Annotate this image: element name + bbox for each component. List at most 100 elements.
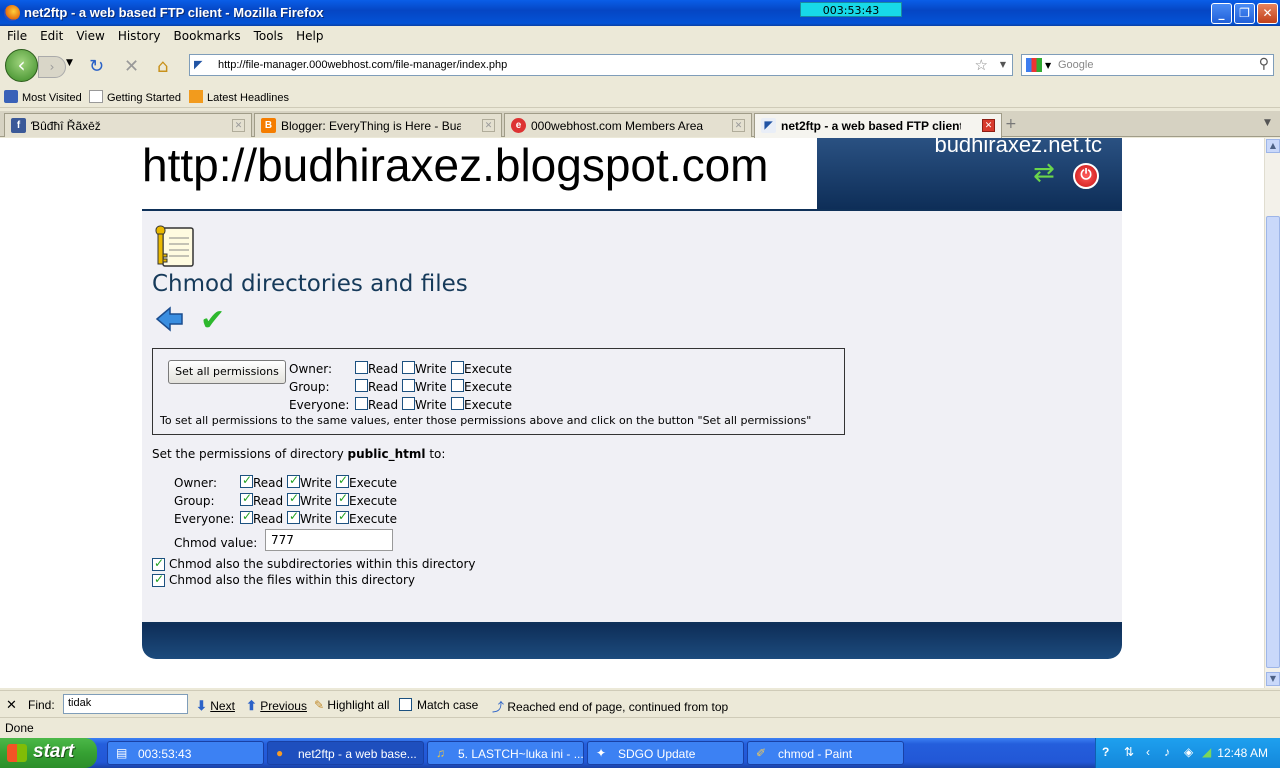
minimize-button[interactable]: _ [1211, 3, 1232, 24]
dir-group-execute-checkbox[interactable] [336, 491, 349, 506]
tray-expand-icon[interactable]: ‹ [1146, 745, 1150, 759]
menu-view[interactable]: View [69, 26, 110, 43]
setall-owner-read-checkbox[interactable] [355, 361, 368, 374]
setall-group-write-checkbox[interactable] [402, 379, 415, 392]
chmod-value-label: Chmod value: [174, 536, 258, 550]
find-next-button[interactable]: ⬇ Next [196, 698, 235, 714]
url-dropdown-icon[interactable]: ▼ [1000, 60, 1006, 69]
maximize-button[interactable]: ❐ [1234, 3, 1255, 24]
setall-everyone-read-checkbox[interactable] [355, 397, 368, 410]
nvidia-icon[interactable]: ◢ [1202, 745, 1211, 759]
dir-everyone-read-checkbox[interactable] [240, 509, 253, 524]
menu-tools[interactable]: Tools [247, 26, 290, 43]
google-icon[interactable] [1026, 58, 1042, 72]
setall-group-execute-checkbox[interactable] [451, 379, 464, 392]
window-title: net2ftp - a web based FTP client - Mozil… [24, 5, 324, 20]
url-text[interactable]: http://file-manager.000webhost.com/file-… [218, 59, 507, 71]
site-identity-icon[interactable]: ◤ [194, 58, 210, 72]
network-icon[interactable]: ⇅ [1124, 745, 1134, 759]
tab-000webhost[interactable]: e 000webhost.com Members Area ✕ [504, 113, 752, 137]
tab-close-icon[interactable]: ✕ [482, 119, 495, 132]
taskbar-item-firefox[interactable]: ● net2ftp - a web base... [267, 741, 424, 765]
dir-group-write-checkbox[interactable] [287, 491, 300, 506]
find-previous-button[interactable]: ⬆ Previous [246, 698, 307, 714]
vertical-scrollbar[interactable]: ▲ ▼ [1264, 138, 1280, 688]
close-find-icon[interactable]: ✕ [6, 697, 17, 713]
setall-owner-execute-checkbox[interactable] [451, 361, 464, 374]
set-all-permissions-button[interactable]: Set all permissions [168, 360, 286, 384]
search-icon[interactable]: ⚲ [1259, 56, 1269, 72]
volume-icon[interactable]: ♪ [1164, 745, 1170, 759]
bookmark-most-visited[interactable]: Most Visited [4, 90, 82, 104]
start-button[interactable]: start [0, 738, 97, 768]
refresh-icon[interactable]: ⇄ [1033, 158, 1055, 188]
bookmark-star-icon[interactable]: ☆ [975, 56, 988, 74]
setall-group-read-checkbox[interactable] [355, 379, 368, 392]
history-dropdown-icon[interactable]: ▼ [66, 58, 73, 68]
dir-everyone-execute-checkbox[interactable] [336, 509, 349, 524]
tab-close-icon[interactable]: ✕ [982, 119, 995, 132]
window-titlebar[interactable]: net2ftp - a web based FTP client - Mozil… [0, 0, 1280, 26]
dir-owner-write-checkbox[interactable] [287, 473, 300, 488]
taskbar-item-sdgo[interactable]: ✦ SDGO Update [587, 741, 744, 765]
highlight-all-button[interactable]: ✎ Highlight all [314, 698, 389, 712]
chmod-files-checkbox[interactable] [152, 572, 165, 587]
dir-group-read-checkbox[interactable] [240, 491, 253, 506]
setall-everyone-write-checkbox[interactable] [402, 397, 415, 410]
taskbar-item-paint[interactable]: ✐ chmod - Paint [747, 741, 904, 765]
menu-help[interactable]: Help [289, 26, 329, 43]
setall-owner-write-checkbox[interactable] [402, 361, 415, 374]
scroll-up-icon[interactable]: ▲ [1266, 139, 1280, 153]
chmod-value-input[interactable]: 777 [265, 529, 393, 551]
match-case-checkbox[interactable] [399, 698, 412, 711]
page-title: Chmod directories and files [152, 271, 468, 297]
submit-check-icon[interactable]: ✔ [200, 303, 225, 338]
forward-button[interactable]: › [38, 56, 66, 78]
logout-power-icon[interactable]: ⏻ [1073, 163, 1099, 189]
windows-logo-icon [7, 744, 27, 762]
tab-blogger[interactable]: B Blogger: EveryThing is Here - Buat Ent… [254, 113, 502, 137]
tab-net2ftp[interactable]: ◤ net2ftp - a web based FTP client ✕ [754, 113, 1002, 138]
search-bar[interactable]: ▼ Google ⚲ [1021, 54, 1274, 76]
back-button[interactable]: ‹ [5, 49, 38, 82]
new-tab-icon[interactable]: + [1005, 116, 1017, 132]
menu-history[interactable]: History [111, 26, 167, 43]
bookmarks-toolbar: Most Visited Getting Started Latest Head… [0, 86, 1280, 108]
media-player-icon: ♫ [436, 746, 445, 760]
tab-list-icon[interactable]: ▼ [1264, 118, 1271, 128]
search-engine-dropdown-icon[interactable]: ▼ [1045, 61, 1051, 70]
shield-icon[interactable]: ◈ [1184, 745, 1193, 759]
taskbar-item-music[interactable]: ♫ 5. LASTCH~luka ini - ... [427, 741, 584, 765]
back-arrow-icon[interactable] [155, 306, 185, 332]
search-placeholder[interactable]: Google [1058, 59, 1093, 71]
find-status-message: ⤴ Reached end of page, continued from to… [492, 700, 729, 714]
directory-name: public_html [347, 447, 426, 461]
stop-icon[interactable]: ✕ [124, 56, 139, 77]
home-icon[interactable]: ⌂ [157, 56, 168, 77]
reload-icon[interactable]: ↻ [89, 56, 104, 77]
menu-bookmarks[interactable]: Bookmarks [167, 26, 247, 43]
match-case-option[interactable]: Match case [399, 698, 478, 712]
dir-everyone-write-checkbox[interactable] [287, 509, 300, 524]
url-bar[interactable]: ◤ http://file-manager.000webhost.com/fil… [189, 54, 1013, 76]
find-input[interactable]: tidak [63, 694, 188, 714]
scrollbar-thumb[interactable] [1266, 216, 1280, 668]
tab-facebook[interactable]: f Ɓûđħî Řãxēž ✕ [4, 113, 252, 137]
scroll-down-icon[interactable]: ▼ [1266, 672, 1280, 686]
bookmark-getting-started[interactable]: Getting Started [89, 90, 181, 104]
tab-close-icon[interactable]: ✕ [732, 119, 745, 132]
close-button[interactable]: ✕ [1257, 3, 1278, 24]
bookmark-latest-headlines[interactable]: Latest Headlines [189, 90, 289, 104]
menu-file[interactable]: File [0, 26, 33, 43]
dir-owner-read-checkbox[interactable] [240, 473, 253, 488]
firefox-icon [4, 5, 20, 21]
dir-owner-execute-checkbox[interactable] [336, 473, 349, 488]
directory-permissions-heading: Set the permissions of directory public_… [152, 447, 446, 461]
chmod-subdirectories-checkbox[interactable] [152, 556, 165, 571]
tab-close-icon[interactable]: ✕ [232, 119, 245, 132]
taskbar-item-timer[interactable]: ▤ 003:53:43 [107, 741, 264, 765]
find-bar: ✕ Find: tidak ⬇ Next ⬆ Previous ✎ Highli… [0, 690, 1280, 717]
menu-edit[interactable]: Edit [33, 26, 69, 43]
setall-everyone-execute-checkbox[interactable] [451, 397, 464, 410]
help-icon[interactable]: ? [1102, 745, 1109, 759]
